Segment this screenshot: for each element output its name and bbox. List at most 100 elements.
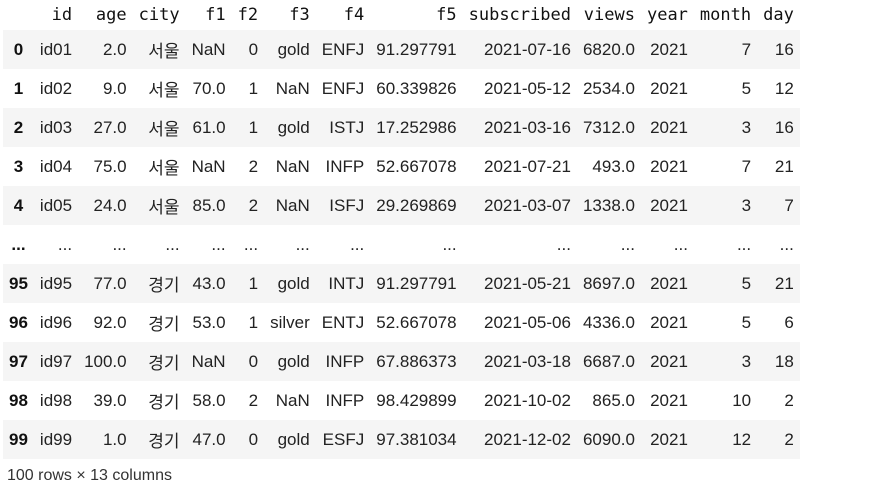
table-cell: 서울 [148,81,180,100]
table-cell: 2021-10-02 [484,390,571,410]
table-cell: INFP [325,156,365,176]
table-row: 1 id02 9.0 서울 70.0 1 NaN ENFJ 60.339826 2021-05-1… [3,69,800,108]
row-index: 2 [13,117,24,137]
table-cell: id97 [39,351,73,371]
table-cell: 27.0 [93,117,127,137]
table-cell: 92.0 [93,312,127,332]
table-row: 3 id04 75.0 서울 NaN 2 NaN INFP 52.667078 2021-07-2… [3,147,800,186]
table-cell: ... [350,234,365,254]
table-cell: 98.429899 [376,390,457,410]
table-cell: 2021-03-18 [484,351,571,371]
table-cell: 21 [774,156,794,176]
table-cell: gold [277,39,310,59]
table-cell: 2021-07-16 [484,39,571,59]
table-cell: ENFJ [321,39,365,59]
table-cell: 1 [248,273,259,293]
table-cell: 8697.0 [582,273,635,293]
column-header: f3 [289,5,310,25]
table-cell: id03 [39,117,73,137]
table-cell: 7 [741,39,752,59]
table-cell: 3 [741,351,752,371]
table-cell: 경기 [148,276,180,295]
table-cell: 6 [784,312,794,332]
table-row: 4 id05 24.0 서울 85.0 2 NaN ISFJ 29.269869 2021-03-… [3,186,800,225]
table-cell: 493.0 [592,156,635,176]
table-cell: NaN [275,195,310,215]
table-row: 97 id97 100.0 경기 NaN 0 gold INFP 67.886373 2021-0… [3,342,800,381]
table-cell: 2021 [650,156,688,176]
table-cell: id99 [39,429,73,449]
table-cell: 85.0 [192,195,226,215]
table-cell: 경기 [148,354,180,373]
table-cell: 2 [784,429,794,449]
table-cell: id04 [39,156,73,176]
table-cell: gold [277,117,310,137]
table-cell: 52.667078 [376,312,457,332]
table-cell: 77.0 [93,273,127,293]
table-cell: INFP [325,390,365,410]
table-cell: ... [556,234,571,254]
table-cell: 서울 [148,120,180,139]
table-cell: gold [277,429,310,449]
table-cell: id96 [39,312,73,332]
dataframe-table: id age city f1 f2 f3 f4 f5 subscribed views year mo… [3,0,800,459]
table-row: 95 id95 77.0 경기 43.0 1 gold INTJ 91.297791 2021-0… [3,264,800,303]
table-cell: 6687.0 [582,351,635,371]
column-header: month [699,5,752,25]
table-cell: 2021-03-16 [484,117,571,137]
table-cell: 1.0 [102,429,127,449]
table-cell: ... [442,234,457,254]
row-index: 98 [9,390,28,410]
table-cell: id98 [39,390,73,410]
table-cell: 60.339826 [376,78,457,98]
table-cell: INTJ [328,273,365,293]
table-cell: ESFJ [322,429,365,449]
table-cell: id95 [39,273,73,293]
column-header: f2 [237,5,259,25]
table-cell: ... [243,234,259,254]
table-cell: 61.0 [192,117,226,137]
row-index: 99 [9,429,28,449]
table-cell: 865.0 [592,390,635,410]
table-cell: ... [295,234,310,254]
table-cell: 2021 [650,390,688,410]
table-cell: 53.0 [192,312,226,332]
table-cell: 16 [774,117,794,137]
column-header: subscribed [468,5,571,25]
table-cell: 2021 [650,273,688,293]
table-cell: 4336.0 [582,312,635,332]
table-shape-footer: 100 rows × 13 columns [7,467,172,484]
table-cell: 1 [248,78,259,98]
row-index: 97 [9,351,28,371]
table-cell: 39.0 [93,390,127,410]
table-row: 0 id01 2.0 서울 NaN 0 gold ENFJ 91.297791 2021-07-1… [3,30,800,69]
table-cell: 2021-05-06 [484,312,571,332]
table-cell: NaN [191,39,226,59]
table-cell: ISTJ [329,117,365,137]
table-cell: 1338.0 [582,195,635,215]
table-cell: NaN [191,156,226,176]
row-index: 0 [13,39,24,59]
table-cell: 0 [248,429,259,449]
table-cell: 2021 [650,195,688,215]
table-cell: 경기 [148,432,180,451]
table-cell: 12 [732,429,752,449]
table-cell: 2021-03-07 [484,195,571,215]
table-cell: 2021-05-12 [484,78,571,98]
table-cell: 2.0 [102,39,127,59]
table-cell: 43.0 [192,273,226,293]
table-cell: ... [165,234,180,254]
table-cell: 1 [248,312,259,332]
table-cell: 21 [774,273,794,293]
table-cell: 5 [741,273,752,293]
table-cell: ENTJ [321,312,365,332]
table-cell: 12 [774,78,794,98]
table-cell: 2534.0 [582,78,635,98]
table-cell: 3 [741,195,752,215]
table-cell: silver [270,312,310,332]
table-cell: 서울 [148,159,180,178]
table-cell: NaN [191,351,226,371]
table-cell: 2021-05-21 [484,273,571,293]
table-cell: 6820.0 [582,39,635,59]
table-cell: 2021-12-02 [484,429,571,449]
